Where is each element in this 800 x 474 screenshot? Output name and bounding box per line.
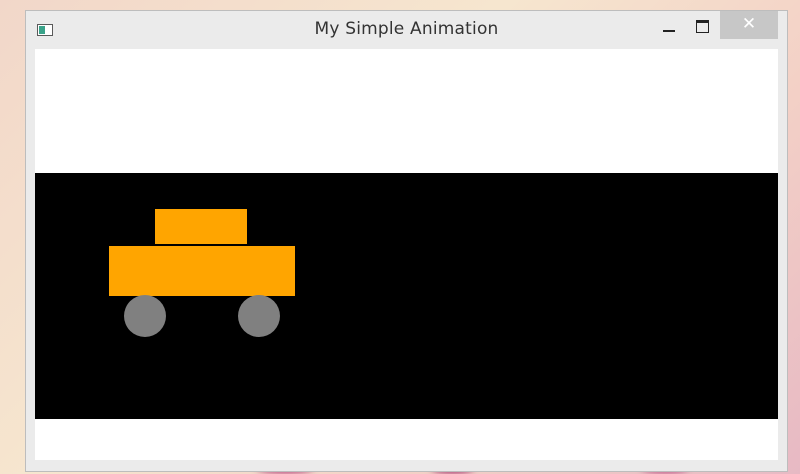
title-bar[interactable]: My Simple Animation ✕	[26, 11, 787, 49]
close-button[interactable]: ✕	[720, 11, 778, 39]
maximize-button[interactable]	[687, 11, 717, 39]
car-body	[109, 246, 295, 296]
animation-canvas	[35, 49, 778, 460]
animation-stage	[35, 173, 778, 419]
close-icon: ✕	[741, 14, 757, 34]
app-window: My Simple Animation ✕	[25, 10, 788, 472]
car-cabin	[155, 209, 247, 244]
minimize-button[interactable]	[654, 11, 684, 39]
car-front-wheel	[238, 295, 280, 337]
car-rear-wheel	[124, 295, 166, 337]
